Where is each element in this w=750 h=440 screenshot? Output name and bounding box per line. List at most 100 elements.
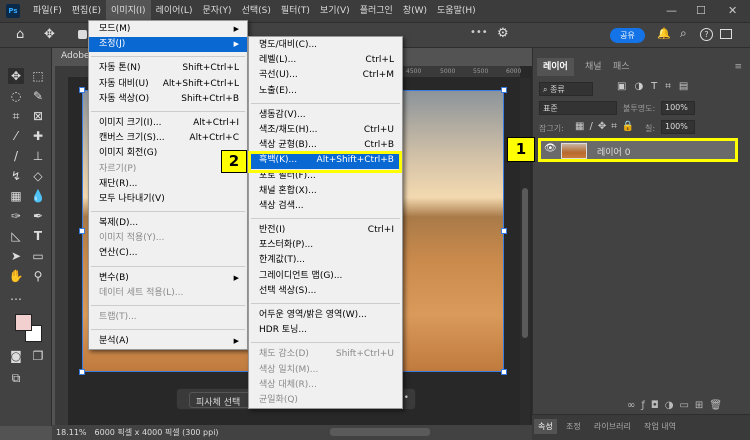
vertical-scrollbar[interactable] [520,78,530,426]
zoom-tool-icon[interactable]: ⚲ [30,268,46,284]
menu-item[interactable]: 복제(D)... [89,216,247,231]
lasso-tool-icon[interactable]: ◌ [8,88,24,104]
layer-filter-icons[interactable]: ▣◑T⌗▤ [617,81,696,92]
edit-toolbar-icon[interactable]: ⧉ [8,370,24,386]
healing-tool-icon[interactable]: ✚ [30,128,46,144]
menu-select[interactable]: 선택(S) [237,0,276,22]
menu-item[interactable]: 연산(C)... [89,246,247,261]
menu-plugins[interactable]: 플러그인 [355,0,398,22]
scroll-thumb[interactable] [522,188,528,338]
brush-tool-icon[interactable]: / [8,148,24,164]
eyedropper-tool-icon[interactable]: ⁄ [8,128,24,144]
home-icon[interactable]: ⌂ [16,27,24,42]
menu-item[interactable]: 레벨(L)... Ctrl+L [249,53,402,68]
menu-item[interactable]: 모드(M) ▶ [89,22,247,37]
tab-layers[interactable]: 레이어 [537,58,574,76]
selection-arrow-icon[interactable]: ➤ [8,248,24,264]
menu-item[interactable]: 자동 대비(U) Alt+Shift+Ctrl+L [89,77,247,92]
crop-tool-icon[interactable]: ⌗ [8,108,24,124]
tab-paths[interactable]: 패스 [607,58,636,76]
menu-edit[interactable]: 편집(E) [67,0,106,22]
menu-item[interactable]: 포스터화(P)... [249,238,402,253]
layer-name[interactable]: 레이어 0 [597,145,630,158]
menu-item[interactable]: 선택 색상(S)... [249,284,402,299]
tab-properties[interactable]: 속성 [534,419,557,434]
move-tool-icon[interactable]: ✥ [8,68,24,84]
menu-item[interactable]: 캔버스 크기(S)... Alt+Ctrl+C [89,131,247,146]
menu-item[interactable]: 자동 색상(O) Shift+Ctrl+B [89,92,247,107]
blend-mode-select[interactable]: 표준 [539,101,617,115]
menu-help[interactable]: 도움말(H) [432,0,481,22]
layer-filter-select[interactable]: ⌕ 종류 [539,82,593,96]
fill-input[interactable]: 100% [661,120,695,134]
blur-tool-icon[interactable]: 💧 [30,188,46,204]
rectangle-tool-icon[interactable]: ▭ [30,248,46,264]
menu-item[interactable]: 변수(B) ▶ [89,271,247,286]
menu-item[interactable]: 재단(R)... [89,177,247,192]
menu-item[interactable]: 자동 톤(N) Shift+Ctrl+L [89,61,247,76]
menu-view[interactable]: 보기(V) [315,0,355,22]
tab-adjustments[interactable]: 조정 [562,419,585,434]
move-tool-icon[interactable]: ✥ [44,27,55,42]
document-info[interactable]: 6000 픽셀 x 4000 픽셀 (300 ppi) [95,427,219,438]
menu-item[interactable]: 생동감(V)... [249,108,402,123]
menu-item[interactable]: 그레이디언트 맵(G)... [249,269,402,284]
panel-menu-icon[interactable]: ≡ [734,62,742,72]
transform-handle[interactable] [79,369,85,375]
menu-item[interactable]: 색상 검색... [249,199,402,214]
screen-mode-icon[interactable]: ❐ [30,348,46,364]
tab-history[interactable]: 작업 내역 [640,419,680,434]
menu-item[interactable]: 어두운 영역/밝은 영역(W)... [249,308,402,323]
menu-image[interactable]: 이미지(I) [106,0,151,22]
opacity-input[interactable]: 100% [661,101,695,115]
layer-row[interactable]: 👁 레이어 0 [538,138,738,162]
transform-handle[interactable] [501,87,507,93]
history-brush-icon[interactable]: ↯ [8,168,24,184]
menu-layer[interactable]: 레이어(L) [151,0,198,22]
menu-item[interactable]: 분석(A) ▶ [89,334,247,349]
quick-mask-icon[interactable]: ◙ [8,348,24,364]
menu-item[interactable]: 조정(J) ▶ [89,37,247,53]
menu-item[interactable]: 노출(E)... [249,84,402,99]
menu-item[interactable]: 모두 나타내기(V) [89,192,247,207]
auto-select-checkbox[interactable] [78,30,87,39]
help-icon[interactable]: ? [700,28,713,41]
path-tool-icon[interactable]: ◺ [8,228,24,244]
frame-tool-icon[interactable]: ⊠ [30,108,46,124]
transform-handle[interactable] [501,369,507,375]
menu-item[interactable]: 채널 혼합(X)... [249,184,402,199]
gear-icon[interactable]: ⚙ [497,26,509,41]
close-button[interactable]: ✕ [728,4,737,17]
minimize-button[interactable]: — [666,4,677,17]
menu-type[interactable]: 문자(Y) [197,0,236,22]
marquee-tool-icon[interactable]: ⬚ [30,68,46,84]
maximize-button[interactable]: ☐ [696,4,706,17]
transform-handle[interactable] [79,87,85,93]
hand-tool-icon[interactable]: ✋ [8,268,24,284]
menu-filter[interactable]: 필터(T) [276,0,315,22]
menu-window[interactable]: 창(W) [398,0,432,22]
menu-item[interactable]: 곡선(U)... Ctrl+M [249,68,402,83]
dodge-tool-icon[interactable]: ✑ [8,208,24,224]
lock-icons[interactable]: ▦/✥⌗🔒 [575,121,639,132]
tab-libraries[interactable]: 라이브러리 [590,419,635,434]
quick-select-tool-icon[interactable]: ✎ [30,88,46,104]
tab-channels[interactable]: 채널 [579,58,608,76]
more-options-button[interactable]: ••• [470,27,488,38]
eye-icon[interactable]: 👁 [544,143,557,154]
menu-item[interactable]: 이미지 크기(I)... Alt+Ctrl+I [89,116,247,131]
menu-item[interactable]: HDR 토닝... [249,323,402,338]
workspace-icon[interactable] [720,29,732,39]
transform-handle[interactable] [501,228,507,234]
zoom-level[interactable]: 18.11% [56,428,87,437]
menu-item[interactable]: 반전(I) Ctrl+I [249,223,402,238]
horizontal-scrollbar[interactable] [330,428,430,436]
pen-tool-icon[interactable]: ✒ [30,208,46,224]
stamp-tool-icon[interactable]: ⊥ [30,148,46,164]
eraser-tool-icon[interactable]: ◇ [30,168,46,184]
menu-file[interactable]: 파일(F) [28,0,67,22]
menu-item[interactable]: 색조/채도(H)... Ctrl+U [249,123,402,138]
layer-actions-icons[interactable]: ∞ƒ◘◑▭⊞🗑 [627,400,728,411]
search-icon[interactable]: ⌕ [680,26,687,41]
more-tools-icon[interactable]: … [8,288,24,304]
